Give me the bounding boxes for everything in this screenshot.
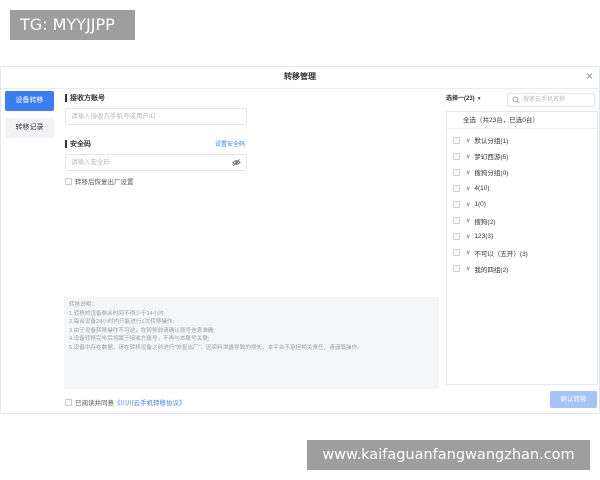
receiver-placeholder: 请输入接收方手机号或用户ID — [71, 113, 156, 120]
group-row[interactable]: ∨ 搜狗分组(0) — [447, 164, 597, 180]
group-label: 搜狗分组(0) — [474, 170, 509, 178]
agree-checkbox[interactable] — [65, 398, 72, 406]
group-label: 123(3) — [474, 233, 494, 241]
group-label: 4(10) — [474, 184, 490, 192]
group-row[interactable]: ∨ 搜狗(2) — [447, 212, 597, 228]
set-security-code-link[interactable]: 设置安全码 — [215, 139, 245, 148]
security-code-label: 安全码 — [65, 139, 91, 149]
agree-text: 已阅读并同意 — [75, 400, 114, 407]
restore-checkbox-label: 转移后恢复出厂设置 — [75, 179, 134, 186]
transfer-dialog: 转移管理 × 设备转移 转移记录 接收方账号 请输入接收方手机号或用户ID 安全… — [0, 66, 600, 414]
group-checkbox[interactable] — [453, 249, 460, 257]
chevron-down-icon[interactable]: ∨ — [466, 217, 470, 224]
chevron-down-icon[interactable]: ∨ — [466, 249, 470, 256]
group-label: 搜狗(2) — [474, 218, 496, 226]
instruction-line: 转移说明： — [69, 302, 97, 308]
chevron-down-icon: ▼ — [476, 96, 482, 102]
group-checkbox[interactable] — [453, 168, 460, 176]
group-label: 我的四组(2) — [474, 266, 509, 274]
group-label: 默认分组(1) — [474, 138, 509, 146]
group-checkbox[interactable] — [453, 152, 460, 160]
group-label: 1(0) — [474, 200, 486, 208]
chevron-down-icon[interactable]: ∨ — [466, 153, 470, 160]
dialog-header: 转移管理 × — [1, 67, 599, 89]
group-row[interactable]: ∨ 123(3) — [447, 229, 597, 245]
transfer-instructions: 转移说明： 1.转移的设备剩余时间不得少于24小时; 2.每台设备24小时内只能进行… — [64, 297, 439, 389]
close-icon[interactable]: × — [586, 69, 593, 83]
group-row[interactable]: ∨ 1(0) — [447, 196, 597, 212]
chevron-down-icon[interactable]: ∨ — [466, 233, 470, 240]
group-row[interactable]: ∨ 梦幻西游(5) — [447, 148, 597, 164]
chevron-down-icon[interactable]: ∨ — [466, 201, 470, 208]
device-search-input[interactable]: 搜索云手机名称 — [507, 93, 595, 107]
group-label: 梦幻西游(5) — [474, 154, 509, 162]
group-checkbox[interactable] — [453, 265, 460, 273]
group-filter-dropdown[interactable]: 选择一(23) ▼ — [446, 93, 504, 106]
watermark-bottom: www.kaifaguanfangwangzhan.com — [307, 440, 590, 470]
group-label: 不可以（五开）(3) — [474, 250, 528, 258]
receiver-input[interactable]: 请输入接收方手机号或用户ID — [65, 108, 247, 125]
instruction-line: 2.每台设备24小时内只能进行1次转移操作; — [69, 319, 175, 326]
group-row[interactable]: ∨ 4(10) — [447, 180, 597, 196]
group-checkbox[interactable] — [453, 200, 460, 208]
device-group-panel: 选择一(23) ▼ 搜索云手机名称 全选（共23台，已选0台） ∨ 默认分组(1) ∨… — [444, 91, 598, 385]
instruction-line: 3.由于设备转移操作不可逆，在转移前请确认账号信息准确; — [69, 327, 216, 334]
group-checkbox[interactable] — [453, 184, 460, 192]
security-placeholder: 请输入安全码 — [71, 159, 110, 166]
instruction-line: 1.转移的设备剩余时间不得少于24小时; — [69, 310, 166, 317]
chevron-down-icon[interactable]: ∨ — [466, 169, 470, 176]
left-nav: 设备转移 转移记录 — [5, 91, 54, 145]
nav-device-transfer[interactable]: 设备转移 — [5, 91, 54, 111]
group-list: 全选（共23台，已选0台） ∨ 默认分组(1) ∨ 梦幻西游(5) ∨ 搜狗分组(0) ∨ 4… — [446, 111, 598, 385]
nav-transfer-records[interactable]: 转移记录 — [5, 118, 54, 138]
restore-option: 转移后恢复出厂设置 — [65, 176, 134, 186]
group-checkbox[interactable] — [453, 136, 460, 144]
agreement-link[interactable]: 《川川云手机转移协议》 — [114, 397, 186, 407]
instruction-line: 4.设备转移完毕后将属于接收方账号，不再与本账号关联; — [69, 336, 210, 343]
select-all-row[interactable]: 全选（共23台，已选0台） — [447, 112, 597, 129]
dialog-title: 转移管理 — [284, 72, 316, 81]
confirm-transfer-button[interactable]: 确认转移 — [550, 391, 597, 408]
watermark-top: TG: MYYJJPP — [10, 10, 135, 40]
receiver-label: 接收方账号 — [65, 93, 105, 103]
chevron-down-icon[interactable]: ∨ — [466, 265, 470, 272]
agreement-row: 已阅读并同意 《川川云手机转移协议》 — [65, 397, 186, 407]
group-row[interactable]: ∨ 我的四组(2) — [447, 261, 597, 277]
instruction-line: 5.设备中存在数据，请在转移设备之前进行“恢复出厂”，因资料泄露导致的损失，本平… — [69, 344, 363, 351]
chevron-down-icon[interactable]: ∨ — [466, 137, 470, 144]
restore-checkbox[interactable] — [65, 177, 72, 185]
search-placeholder: 搜索云手机名称 — [523, 97, 566, 103]
search-icon — [512, 96, 520, 104]
group-row[interactable]: ∨ 默认分组(1) — [447, 132, 597, 148]
eye-hidden-icon[interactable] — [232, 158, 241, 167]
group-checkbox[interactable] — [453, 217, 460, 225]
chevron-down-icon[interactable]: ∨ — [466, 185, 470, 192]
group-checkbox[interactable] — [453, 233, 460, 241]
group-row[interactable]: ∨ 不可以（五开）(3) — [447, 245, 597, 261]
security-code-input[interactable]: 请输入安全码 — [65, 154, 247, 171]
